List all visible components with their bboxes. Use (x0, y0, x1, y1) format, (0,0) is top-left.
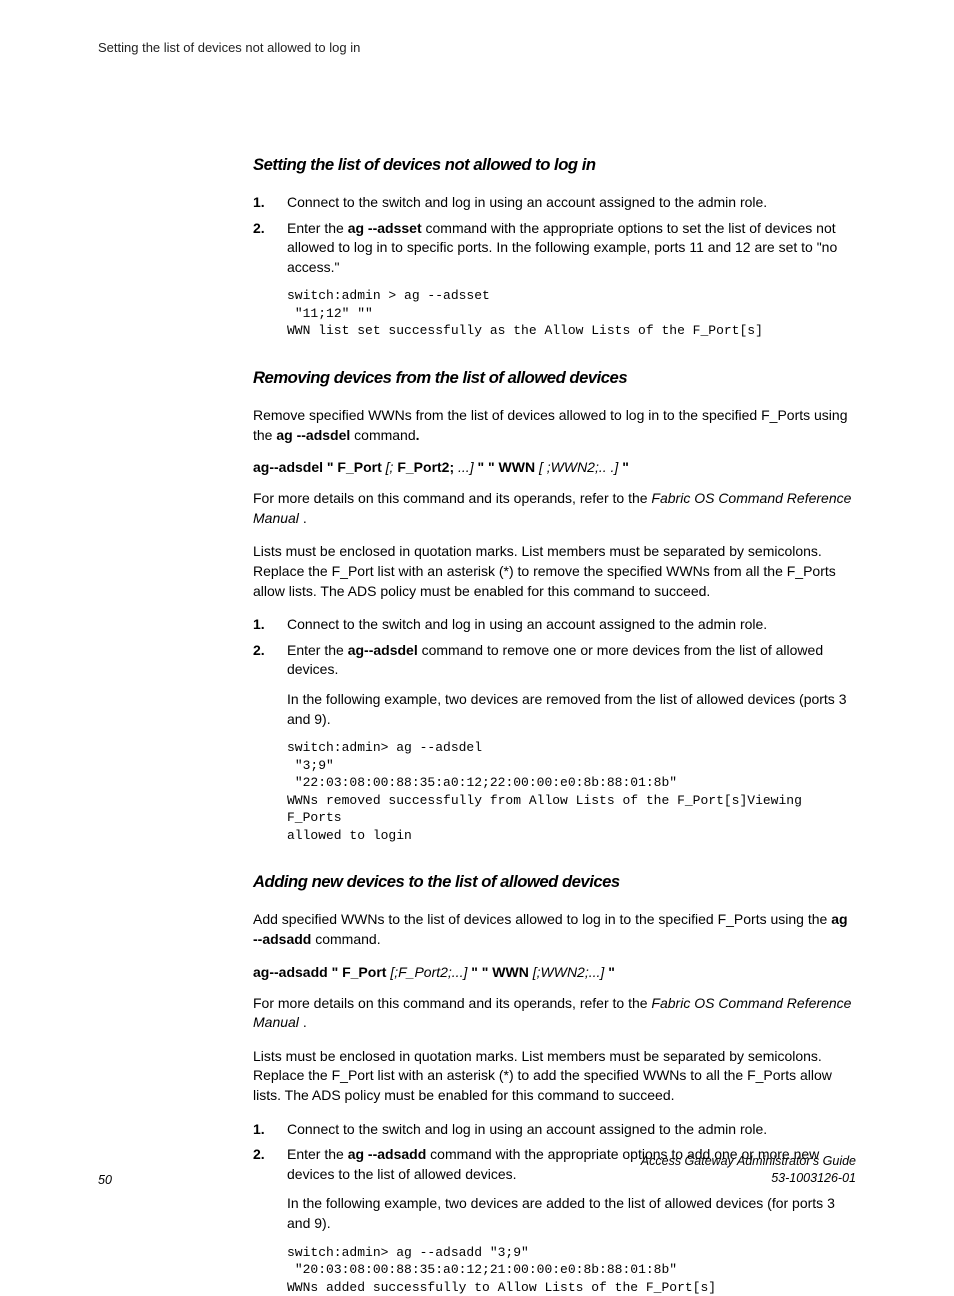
section2-details: For more details on this command and its… (253, 489, 856, 528)
section2-steps: Connect to the switch and log in using a… (253, 615, 856, 729)
section3-details: For more details on this command and its… (253, 994, 856, 1033)
text: " (622, 459, 629, 475)
section2-code: switch:admin> ag --adsdel "3;9" "22:03:0… (287, 739, 856, 844)
text: Add specified WWNs to the list of device… (253, 911, 831, 927)
text: . (416, 427, 420, 443)
text: [ ;WWN2;.. .] (539, 459, 622, 475)
command: ag--adsdel (348, 642, 418, 658)
section1-code: switch:admin > ag --adsset "11;12" "" WW… (287, 287, 856, 340)
section2-title: Removing devices from the list of allowe… (253, 368, 844, 388)
section3-code: switch:admin> ag --adsadd "3;9" "20:03:0… (287, 1244, 856, 1296)
text: command. (311, 931, 380, 947)
text: . (303, 510, 307, 526)
text: " " WWN (471, 964, 532, 980)
section1-step2: Enter the ag --adsset command with the a… (253, 219, 856, 278)
section2-intro: Remove specified WWNs from the list of d… (253, 406, 856, 445)
text: " (608, 964, 615, 980)
text: ag--adsadd " F_Port (253, 964, 390, 980)
text: [; (386, 459, 398, 475)
command: ag --adsdel (276, 427, 350, 443)
page-footer: 50 Access Gateway Administrator's Guide … (98, 1153, 856, 1187)
section3-step2-sub: In the following example, two devices ar… (287, 1194, 856, 1233)
text: [;WWN2;...] (533, 964, 608, 980)
text: Enter the (287, 642, 348, 658)
section3-syntax: ag--adsadd " F_Port [;F_Port2;...] " " W… (253, 964, 856, 980)
guide-name: Access Gateway Administrator's Guide (641, 1153, 856, 1170)
section2-step2: Enter the ag--adsdel command to remove o… (253, 641, 856, 729)
section1-title: Setting the list of devices not allowed … (253, 155, 844, 175)
section1-step1: Connect to the switch and log in using a… (253, 193, 856, 213)
section2-syntax: ag--adsdel " F_Port [; F_Port2; ...] " "… (253, 459, 856, 475)
text: For more details on this command and its… (253, 995, 651, 1011)
section2-lists: Lists must be enclosed in quotation mark… (253, 542, 856, 601)
section3-step1: Connect to the switch and log in using a… (253, 1120, 856, 1140)
command: ag --adsset (348, 220, 422, 236)
text: ...] (458, 459, 477, 475)
text: " " WWN (477, 459, 538, 475)
text: . (303, 1014, 307, 1030)
section1-steps: Connect to the switch and log in using a… (253, 193, 856, 277)
footer-right: Access Gateway Administrator's Guide 53-… (641, 1153, 856, 1187)
section3-title: Adding new devices to the list of allowe… (253, 872, 844, 892)
text: For more details on this command and its… (253, 490, 651, 506)
section2-step2-sub: In the following example, two devices ar… (287, 690, 856, 729)
text: Enter the (287, 220, 348, 236)
text: ag--adsdel " F_Port (253, 459, 386, 475)
main-content: Setting the list of devices not allowed … (253, 155, 856, 1296)
section2-step1: Connect to the switch and log in using a… (253, 615, 856, 635)
page-header: Setting the list of devices not allowed … (98, 40, 856, 55)
text: [;F_Port2;...] (390, 964, 471, 980)
doc-number: 53-1003126-01 (641, 1170, 856, 1187)
text: command (350, 427, 415, 443)
section3-lists: Lists must be enclosed in quotation mark… (253, 1047, 856, 1106)
page-number: 50 (98, 1173, 112, 1187)
text: F_Port2; (397, 459, 458, 475)
section3-intro: Add specified WWNs to the list of device… (253, 910, 856, 949)
